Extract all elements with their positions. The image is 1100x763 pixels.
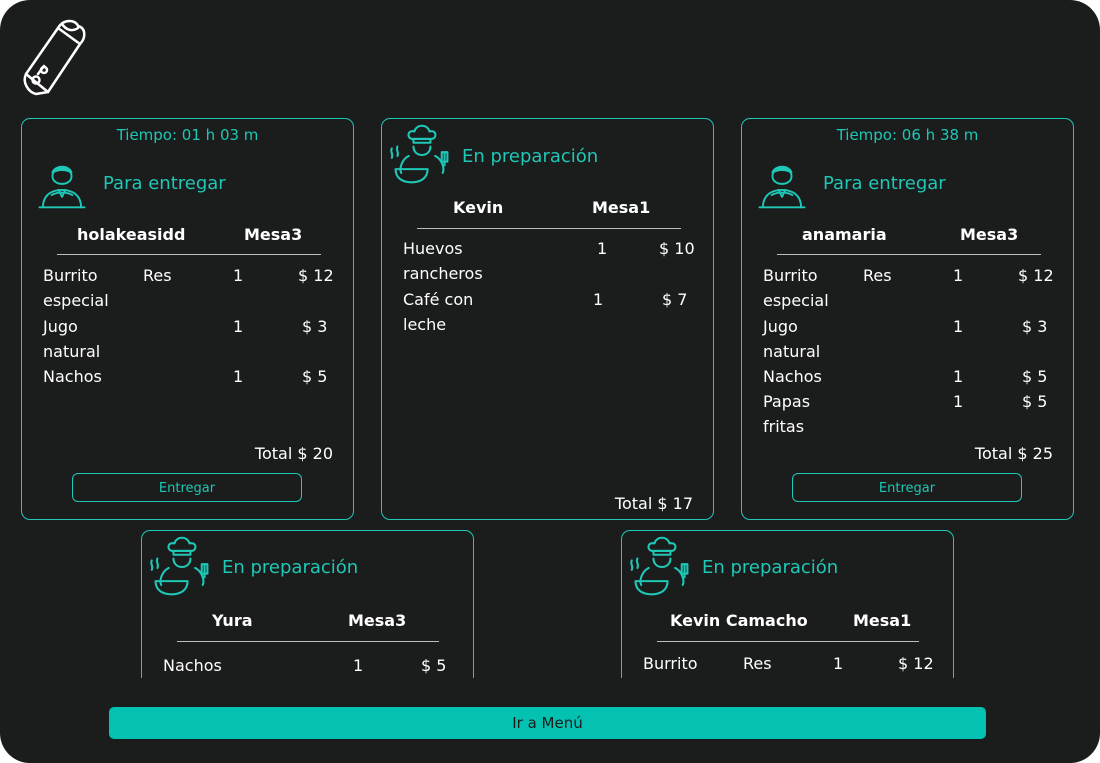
item-name: Papas fritas <box>763 392 811 436</box>
customer-name: anamaria <box>802 225 887 244</box>
order-total: Total $ 17 <box>614 494 693 513</box>
table-number: Mesa3 <box>244 225 303 244</box>
item-quantity: 1 <box>353 656 364 675</box>
item-price: $ 5 <box>302 367 328 386</box>
item-quantity: 1 <box>597 239 608 258</box>
item-variant: Res <box>743 654 772 673</box>
header-divider <box>177 641 439 642</box>
item-price: $ 5 <box>421 656 447 675</box>
header-divider <box>57 254 321 255</box>
order-card: En preparación Kevin Camacho Mesa1 Burri… <box>621 530 954 678</box>
item-name: Nachos <box>43 367 102 386</box>
order-status: En preparación <box>702 557 839 578</box>
item-price: $ 5 <box>1022 392 1048 411</box>
item-price: $ 12 <box>298 266 334 285</box>
order-status: En preparación <box>222 557 359 578</box>
order-status: En preparación <box>462 146 599 167</box>
item-name: Nachos <box>163 656 222 675</box>
item-quantity: 1 <box>953 317 964 336</box>
customer-name: Kevin <box>453 198 504 217</box>
order-card: En preparación Yura Mesa3 Nachos 1 $ 5 <box>141 530 474 678</box>
go-to-menu-button[interactable]: Ir a Menú <box>109 707 986 739</box>
item-quantity: 1 <box>953 367 964 386</box>
order-total: Total $ 20 <box>254 444 333 463</box>
item-quantity: 1 <box>233 367 244 386</box>
item-variant: Res <box>863 266 892 285</box>
chef-icon <box>390 124 449 184</box>
chef-icon <box>630 536 689 596</box>
header-divider <box>777 254 1041 255</box>
order-total: Total $ 25 <box>974 444 1053 463</box>
item-quantity: 1 <box>953 392 964 411</box>
header-divider <box>657 641 919 642</box>
item-price: $ 7 <box>662 290 688 309</box>
item-quantity: 1 <box>593 290 604 309</box>
item-quantity: 1 <box>233 317 244 336</box>
item-quantity: 1 <box>953 266 964 285</box>
header-divider <box>417 228 681 229</box>
item-price: $ 5 <box>1022 367 1048 386</box>
item-price: $ 10 <box>659 239 695 258</box>
order-timer: Tiempo: 01 h 03 m <box>116 126 259 144</box>
order-card: En preparación Kevin Mesa1 Huevos ranche… <box>381 118 714 520</box>
customer-name: holakeasidd <box>77 225 186 244</box>
item-name: Burrito especial <box>43 266 109 310</box>
item-price: $ 3 <box>302 317 328 336</box>
item-name: Huevos rancheros <box>403 239 483 283</box>
item-name: Nachos <box>763 367 822 386</box>
order-timer: Tiempo: 06 h 38 m <box>836 126 979 144</box>
waiter-icon <box>38 165 86 209</box>
order-status: Para entregar <box>103 173 226 194</box>
item-variant: Res <box>143 266 172 285</box>
item-quantity: 1 <box>833 654 844 673</box>
chef-icon <box>150 536 209 596</box>
order-status: Para entregar <box>823 173 946 194</box>
deliver-button[interactable]: Entregar <box>792 473 1022 502</box>
item-price: $ 3 <box>1022 317 1048 336</box>
item-name: Jugo natural <box>763 317 821 361</box>
table-number: Mesa3 <box>348 611 407 630</box>
waiter-icon <box>758 165 806 209</box>
item-price: $ 12 <box>1018 266 1054 285</box>
item-name: Café con leche <box>403 290 474 334</box>
item-quantity: 1 <box>233 266 244 285</box>
item-price: $ 12 <box>898 654 934 673</box>
item-name: Burrito <box>643 654 698 673</box>
item-name: Jugo natural <box>43 317 101 361</box>
order-card: Tiempo: 01 h 03 m Para entregar holakeas… <box>21 118 354 520</box>
customer-name: Yura <box>212 611 253 630</box>
deliver-button[interactable]: Entregar <box>72 473 302 502</box>
customer-name: Kevin Camacho <box>670 611 808 630</box>
burrito-logo-icon <box>23 19 86 96</box>
table-number: Mesa3 <box>960 225 1019 244</box>
table-number: Mesa1 <box>853 611 912 630</box>
item-name: Burrito especial <box>763 266 829 310</box>
order-card: Tiempo: 06 h 38 m Para entregar anamaria… <box>741 118 1074 520</box>
table-number: Mesa1 <box>592 198 651 217</box>
app-frame: Tiempo: 01 h 03 m Para entregar holakeas… <box>0 0 1100 763</box>
